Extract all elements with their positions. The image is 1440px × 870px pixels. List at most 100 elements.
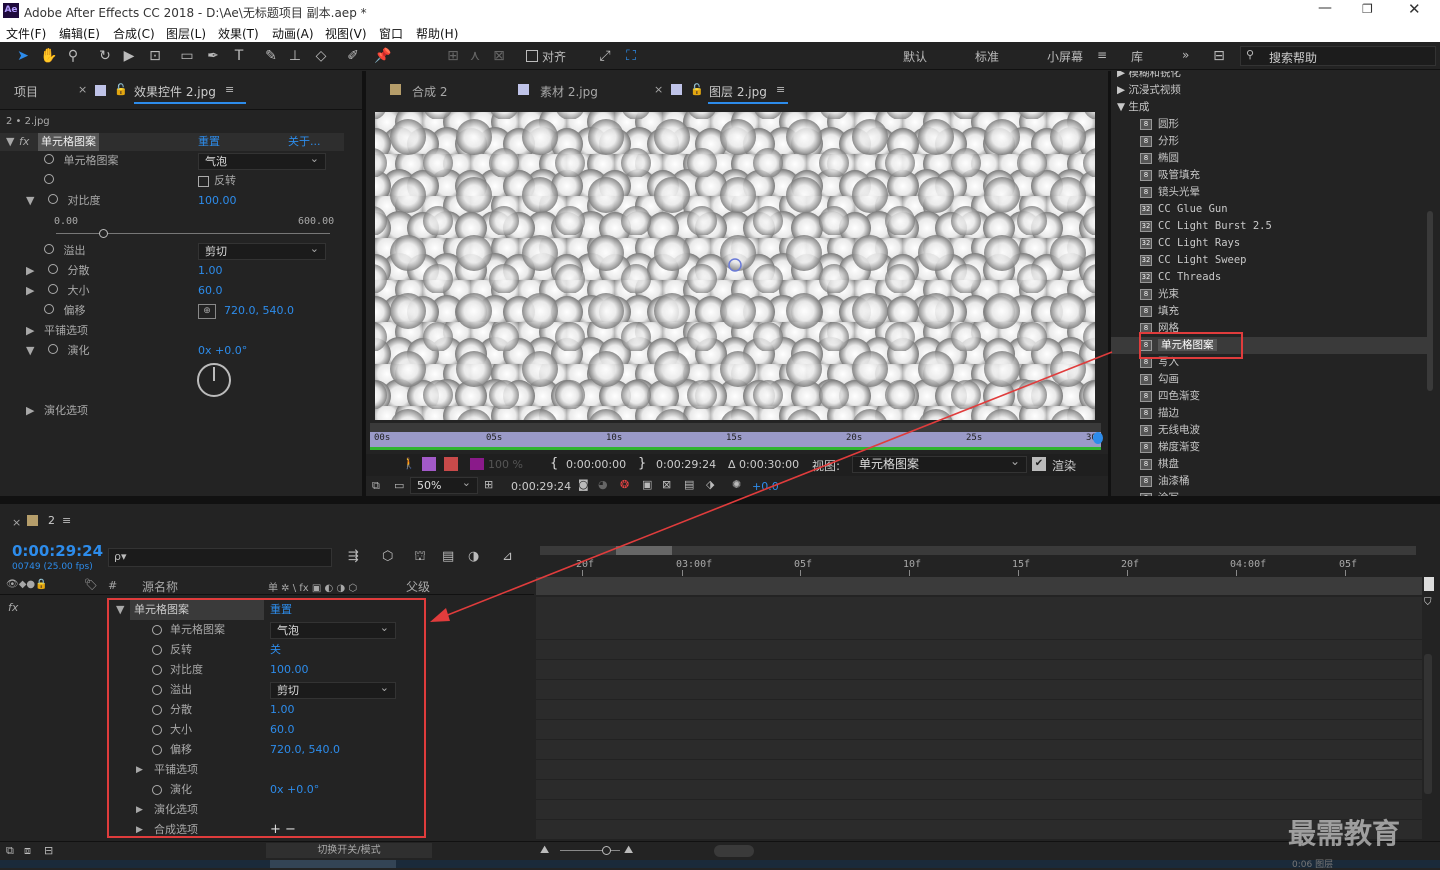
exposure-icon[interactable]: ✺: [732, 478, 741, 491]
pan-behind-tool-icon[interactable]: ⊡: [146, 47, 164, 65]
monitor-icon[interactable]: ▭: [394, 479, 404, 492]
view-axis-icon[interactable]: ⊠: [490, 47, 508, 65]
roto-brush-tool-icon[interactable]: ✐: [344, 47, 362, 65]
fx-icon[interactable]: fx: [19, 133, 29, 151]
effect-item[interactable]: 8 四色渐变: [1140, 388, 1200, 405]
stopwatch-icon[interactable]: [47, 264, 58, 274]
lock-icon[interactable]: 🔓: [690, 83, 704, 96]
effect-item[interactable]: 8 椭圆: [1140, 150, 1179, 167]
timeline-vertical-scrollbar[interactable]: [1424, 654, 1432, 794]
workspace-menu-icon[interactable]: ≡: [1097, 48, 1107, 62]
shy-layers-icon[interactable]: ⛫: [414, 549, 426, 566]
tab-comp[interactable]: 合成 2: [412, 83, 447, 100]
effect-item[interactable]: 8 镜头光晕: [1140, 184, 1200, 201]
panel-menu-icon[interactable]: ≡: [62, 514, 71, 527]
selection-tool-icon[interactable]: ➤: [14, 47, 32, 65]
reset-link[interactable]: 重置: [198, 133, 220, 151]
effect-item[interactable]: 32 CC Light Sweep: [1140, 252, 1247, 269]
current-time-indicator-icon[interactable]: ⛉: [1424, 597, 1434, 609]
effect-item[interactable]: 8 勾画: [1140, 371, 1179, 388]
frame-blending-icon[interactable]: ▤: [442, 549, 454, 564]
puppet-pin-tool-icon[interactable]: 📌: [374, 47, 392, 65]
contrast-slider-track[interactable]: [56, 233, 330, 234]
effect-item[interactable]: 8 圆形: [1140, 116, 1179, 133]
zoom-tool-icon[interactable]: ⚲: [64, 47, 82, 65]
dispersion-value[interactable]: 1.00: [198, 262, 223, 280]
snap-checkbox[interactable]: [526, 50, 538, 62]
nav-window[interactable]: [616, 546, 672, 555]
graph-editor-icon[interactable]: ⊿: [502, 549, 513, 564]
expand-arrow-icon[interactable]: ▶: [26, 284, 34, 297]
tab-effect-controls[interactable]: 效果控件 2.jpg: [134, 83, 216, 100]
brush-tool-icon[interactable]: ✎: [262, 47, 280, 65]
effect-item[interactable]: 8 填充: [1140, 303, 1179, 320]
rectangle-tool-icon[interactable]: ▭: [178, 47, 196, 65]
text-tool-icon[interactable]: T: [230, 47, 248, 65]
stopwatch-icon[interactable]: [47, 194, 58, 204]
transparency-grid-icon[interactable]: ⊠: [662, 478, 671, 491]
opacity-value[interactable]: 100 %: [488, 458, 523, 471]
minimize-icon[interactable]: —: [1318, 0, 1338, 16]
effect-item[interactable]: 8 无线电波: [1140, 422, 1200, 439]
view-dropdown[interactable]: 单元格图案: [852, 454, 1027, 473]
set-out-icon[interactable]: }: [638, 456, 646, 471]
stopwatch-icon[interactable]: [47, 344, 58, 354]
size-value[interactable]: 60.0: [198, 282, 223, 300]
zoom-dropdown[interactable]: 50%: [410, 475, 478, 494]
viewer-time-ruler[interactable]: 00s 05s 10s 15s 20s 25s 30s: [370, 432, 1102, 447]
menu-layer[interactable]: 图层(L): [166, 25, 206, 42]
timeline-h-scroll[interactable]: [714, 845, 754, 857]
show-snapshot-icon[interactable]: ◕: [598, 478, 608, 491]
set-in-icon[interactable]: {: [550, 456, 558, 471]
rotate-tool-icon[interactable]: ↻: [96, 47, 114, 65]
stopwatch-icon[interactable]: [44, 244, 54, 254]
contrast-value[interactable]: 100.00: [198, 192, 237, 210]
layer-switches-icon[interactable]: ⧉: [6, 844, 14, 858]
menu-animation[interactable]: 动画(A): [272, 25, 314, 42]
time-out[interactable]: 0:00:29:24: [656, 458, 716, 471]
workspace-default[interactable]: 默认: [903, 48, 927, 65]
effect-item[interactable]: 32 CC Threads: [1140, 269, 1221, 286]
sync-settings-icon[interactable]: ⊟: [1210, 47, 1228, 65]
timeline-ruler[interactable]: 20f 03:00f 05f 10f 15f 20f 04:00f 05f: [540, 556, 1422, 576]
playhead-handle[interactable]: [1093, 432, 1103, 444]
motion-icon[interactable]: [444, 457, 458, 471]
roi-icon[interactable]: ▣: [642, 478, 652, 491]
offset-value[interactable]: 720.0, 540.0: [224, 302, 294, 320]
local-axis-icon[interactable]: ⊞: [444, 47, 462, 65]
panel-menu-icon[interactable]: ≡: [225, 83, 234, 96]
timeline-search-input[interactable]: ρ▾: [108, 548, 332, 567]
stopwatch-icon[interactable]: [44, 304, 54, 314]
color-swatch-icon[interactable]: [470, 458, 484, 470]
effects-scrollbar[interactable]: [1427, 211, 1433, 391]
effect-item[interactable]: 8 吸管填充: [1140, 167, 1200, 184]
toggle-switches-modes-button[interactable]: 切换开关/模式: [266, 843, 432, 858]
effect-item[interactable]: 32 CC Light Burst 2.5: [1140, 218, 1272, 235]
about-link[interactable]: 关于...: [288, 133, 321, 151]
effect-item[interactable]: 32 CC Glue Gun: [1140, 201, 1228, 218]
zoom-in-icon[interactable]: ⛰: [624, 843, 633, 857]
expand-arrow-icon[interactable]: ▶: [26, 264, 34, 277]
timeline-comp-tab[interactable]: 2: [48, 514, 55, 527]
source-name-header[interactable]: 源名称: [142, 578, 178, 595]
zoom-out-icon[interactable]: ⛰: [540, 843, 549, 857]
cell-pattern-dropdown[interactable]: 气泡: [198, 151, 326, 170]
layer-bar-row[interactable]: [536, 577, 1422, 595]
work-area-bar[interactable]: [370, 423, 1101, 432]
tab-project[interactable]: 项目: [14, 83, 38, 100]
expand-arrow-icon[interactable]: ▼: [26, 344, 34, 357]
evolution-value[interactable]: 0x +0.0°: [198, 342, 247, 360]
fx-icon[interactable]: fx: [8, 601, 18, 614]
help-search-box[interactable]: ⚲ 搜索帮助: [1240, 46, 1436, 66]
comp-flowchart-icon[interactable]: ⬗: [706, 478, 714, 491]
channels-icon[interactable]: ❂: [620, 478, 629, 491]
in-out-icon[interactable]: ⊟: [44, 844, 53, 857]
menu-edit[interactable]: 编辑(E): [59, 25, 100, 42]
effect-item[interactable]: 8 描边: [1140, 405, 1179, 422]
close-tab-icon[interactable]: ×: [78, 83, 87, 96]
render-checkbox[interactable]: ✔: [1032, 457, 1046, 471]
category-blur-cut[interactable]: ▶ 模糊和锐化: [1117, 71, 1181, 80]
snapshot-icon[interactable]: ◙: [578, 478, 589, 491]
panel-menu-icon[interactable]: ≡: [776, 83, 785, 96]
menu-window[interactable]: 窗口: [379, 25, 403, 42]
